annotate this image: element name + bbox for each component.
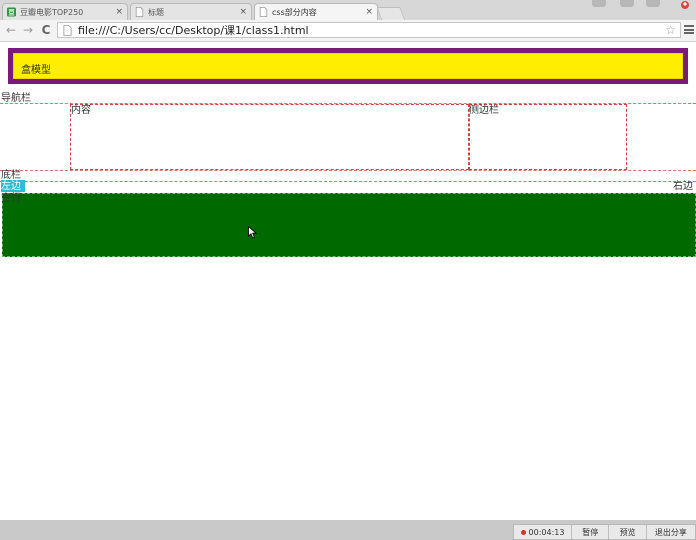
close-icon[interactable]: × <box>365 7 373 17</box>
right-label: 右边 <box>673 181 693 192</box>
maximize-button[interactable] <box>620 0 634 7</box>
new-tab-button[interactable] <box>376 7 406 21</box>
close-icon[interactable]: × <box>239 7 247 17</box>
center-label: 空行 <box>1 193 21 204</box>
page-icon <box>135 7 144 17</box>
box-model-block: 盒模型 <box>8 48 688 84</box>
tab-title: 豆瓣电影TOP250 <box>20 7 84 17</box>
back-button[interactable]: ← <box>4 23 18 37</box>
mouse-cursor-icon <box>248 226 257 239</box>
address-bar[interactable]: file:///C:/Users/cc/Desktop/课1/class1.ht… <box>57 22 681 38</box>
recorder-panel: 00:04:13 暂停 预览 退出分享 <box>513 524 696 540</box>
tab-douban[interactable]: 豆瓣电影TOP250 × <box>2 3 128 20</box>
recording-timer: 00:04:13 <box>514 525 573 539</box>
profile-avatar-icon[interactable] <box>678 0 692 12</box>
forward-button[interactable]: → <box>21 23 35 37</box>
browser-toolbar: ← → C file:///C:/Users/cc/Desktop/课1/cla… <box>0 20 696 42</box>
green-panel <box>2 193 696 257</box>
reload-button[interactable]: C <box>39 23 53 37</box>
recorder-bar: 00:04:13 暂停 预览 退出分享 <box>0 520 696 540</box>
pause-button[interactable]: 暂停 <box>572 525 610 539</box>
box-model-label: 盒模型 <box>21 65 51 76</box>
bookmark-star-icon[interactable]: ☆ <box>665 23 676 37</box>
window-close-button[interactable] <box>646 0 660 7</box>
preview-button[interactable]: 预览 <box>609 525 647 539</box>
sidebar-label: 侧边栏 <box>469 105 499 116</box>
url-text: file:///C:/Users/cc/Desktop/课1/class1.ht… <box>78 24 309 37</box>
close-icon[interactable]: × <box>115 7 123 17</box>
tab-title: css部分内容 <box>272 7 317 17</box>
exit-share-button[interactable]: 退出分享 <box>647 525 695 539</box>
bottom-row <box>0 181 696 192</box>
page-icon <box>259 7 268 17</box>
record-dot-icon <box>520 529 526 535</box>
content-label: 内容 <box>71 105 91 116</box>
minimize-button[interactable] <box>592 0 606 7</box>
left-label: 左边 <box>1 181 21 192</box>
content-box <box>70 104 469 170</box>
tab-title-page[interactable]: 标题 × <box>130 3 252 20</box>
menu-icon[interactable] <box>684 25 694 34</box>
tab-strip: 豆瓣电影TOP250 × 标题 × css部分内容 × <box>0 0 696 21</box>
timer-text: 00:04:13 <box>528 527 565 537</box>
page-icon <box>63 24 72 36</box>
tab-title: 标题 <box>148 7 164 17</box>
douban-favicon-icon <box>7 7 16 17</box>
tab-css[interactable]: css部分内容 × <box>254 3 378 20</box>
